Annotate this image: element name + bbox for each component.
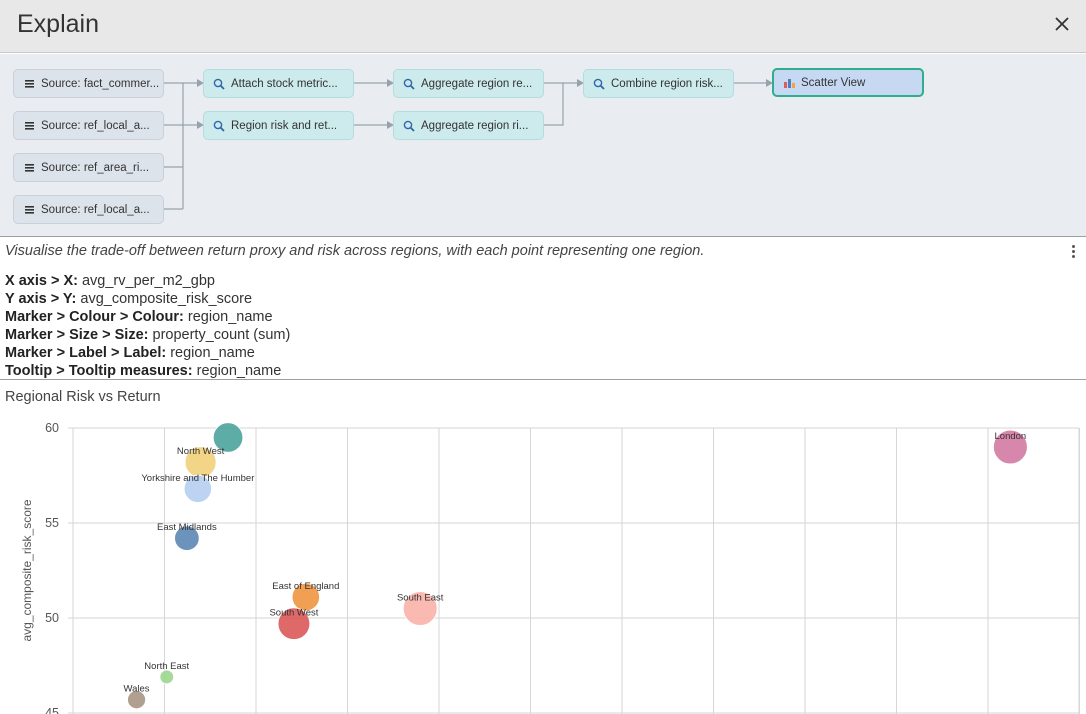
pipeline-node-attach-stock[interactable]: Attach stock metric... xyxy=(203,69,354,98)
magnifier-icon xyxy=(212,77,226,91)
pipeline-node-source-2[interactable]: Source: ref_local_a... xyxy=(13,111,164,140)
dialog-header: Explain xyxy=(0,0,1086,53)
node-label: Source: ref_area_ri... xyxy=(41,161,150,174)
table-icon xyxy=(22,77,36,91)
data-point-label: South West xyxy=(269,608,318,619)
node-label: Source: ref_local_a... xyxy=(41,203,150,216)
pipeline-node-combine[interactable]: Combine region risk... xyxy=(583,69,734,98)
node-label: Source: ref_local_a... xyxy=(41,119,150,132)
magnifier-icon xyxy=(592,77,606,91)
node-label: Scatter View xyxy=(801,76,866,89)
y-axis-label: avg_composite_risk_score xyxy=(20,499,34,641)
pipeline-node-scatter-view[interactable]: Scatter View xyxy=(772,68,924,97)
dialog-title: Explain xyxy=(17,10,99,38)
pipeline-node-aggregate-return[interactable]: Aggregate region re... xyxy=(393,69,544,98)
close-button[interactable] xyxy=(1050,12,1074,36)
y-tick-label: 55 xyxy=(45,516,59,530)
data-point-label: London xyxy=(995,431,1027,442)
node-label: Aggregate region re... xyxy=(421,77,533,90)
vertical-dots-icon xyxy=(1071,244,1075,248)
more-options-button[interactable] xyxy=(1068,243,1078,259)
pipeline-node-aggregate-risk[interactable]: Aggregate region ri... xyxy=(393,111,544,140)
y-tick-label: 45 xyxy=(45,706,59,714)
node-label: Aggregate region ri... xyxy=(421,119,529,132)
mapping-row: Tooltip > Tooltip measures: region_name xyxy=(5,363,282,379)
section-divider xyxy=(0,379,1086,380)
node-label: Attach stock metric... xyxy=(231,77,338,90)
bar-chart-icon xyxy=(782,76,796,90)
node-label: Combine region risk... xyxy=(611,77,723,90)
pipeline-node-source-1[interactable]: Source: fact_commer... xyxy=(13,69,164,98)
mapping-row: Marker > Size > Size: property_count (su… xyxy=(5,327,291,343)
pipeline-node-region-risk[interactable]: Region risk and ret... xyxy=(203,111,354,140)
data-point[interactable] xyxy=(159,669,175,685)
y-tick-label: 50 xyxy=(45,611,59,625)
magnifier-icon xyxy=(402,119,416,133)
data-point-label: Yorkshire and The Humber xyxy=(141,473,254,484)
pipeline-graph: Source: fact_commer... Source: ref_local… xyxy=(0,54,1086,237)
data-point-label: East of England xyxy=(272,581,339,592)
node-label: Region risk and ret... xyxy=(231,119,338,132)
mapping-row: Marker > Colour > Colour: region_name xyxy=(5,309,273,325)
node-label: Source: fact_commer... xyxy=(41,77,160,90)
close-icon xyxy=(1055,17,1069,31)
data-point-label: Wales xyxy=(124,684,150,695)
y-tick-label: 60 xyxy=(45,421,59,435)
chart-description: Visualise the trade-off between return p… xyxy=(5,243,705,259)
data-point-label: North West xyxy=(177,446,225,457)
pipeline-node-source-4[interactable]: Source: ref_local_a... xyxy=(13,195,164,224)
magnifier-icon xyxy=(402,77,416,91)
pipeline-node-source-3[interactable]: Source: ref_area_ri... xyxy=(13,153,164,182)
table-icon xyxy=(22,161,36,175)
field-mappings: X axis > X: avg_rv_per_m2_gbp Y axis > Y… xyxy=(5,272,290,380)
mapping-row: Marker > Label > Label: region_name xyxy=(5,345,255,361)
scatter-chart[interactable]: 45 50 55 60 avg_composite_risk_score North We… xyxy=(0,410,1086,714)
mapping-row: Y axis > Y: avg_composite_risk_score xyxy=(5,291,253,307)
chart-title: Regional Risk vs Return xyxy=(5,389,161,405)
data-point-label: North East xyxy=(144,661,189,672)
table-icon xyxy=(22,119,36,133)
data-point-label: South East xyxy=(397,593,444,604)
table-icon xyxy=(22,203,36,217)
magnifier-icon xyxy=(212,119,226,133)
data-point-label: East Midlands xyxy=(157,522,217,533)
mapping-row: X axis > X: avg_rv_per_m2_gbp xyxy=(5,273,215,289)
